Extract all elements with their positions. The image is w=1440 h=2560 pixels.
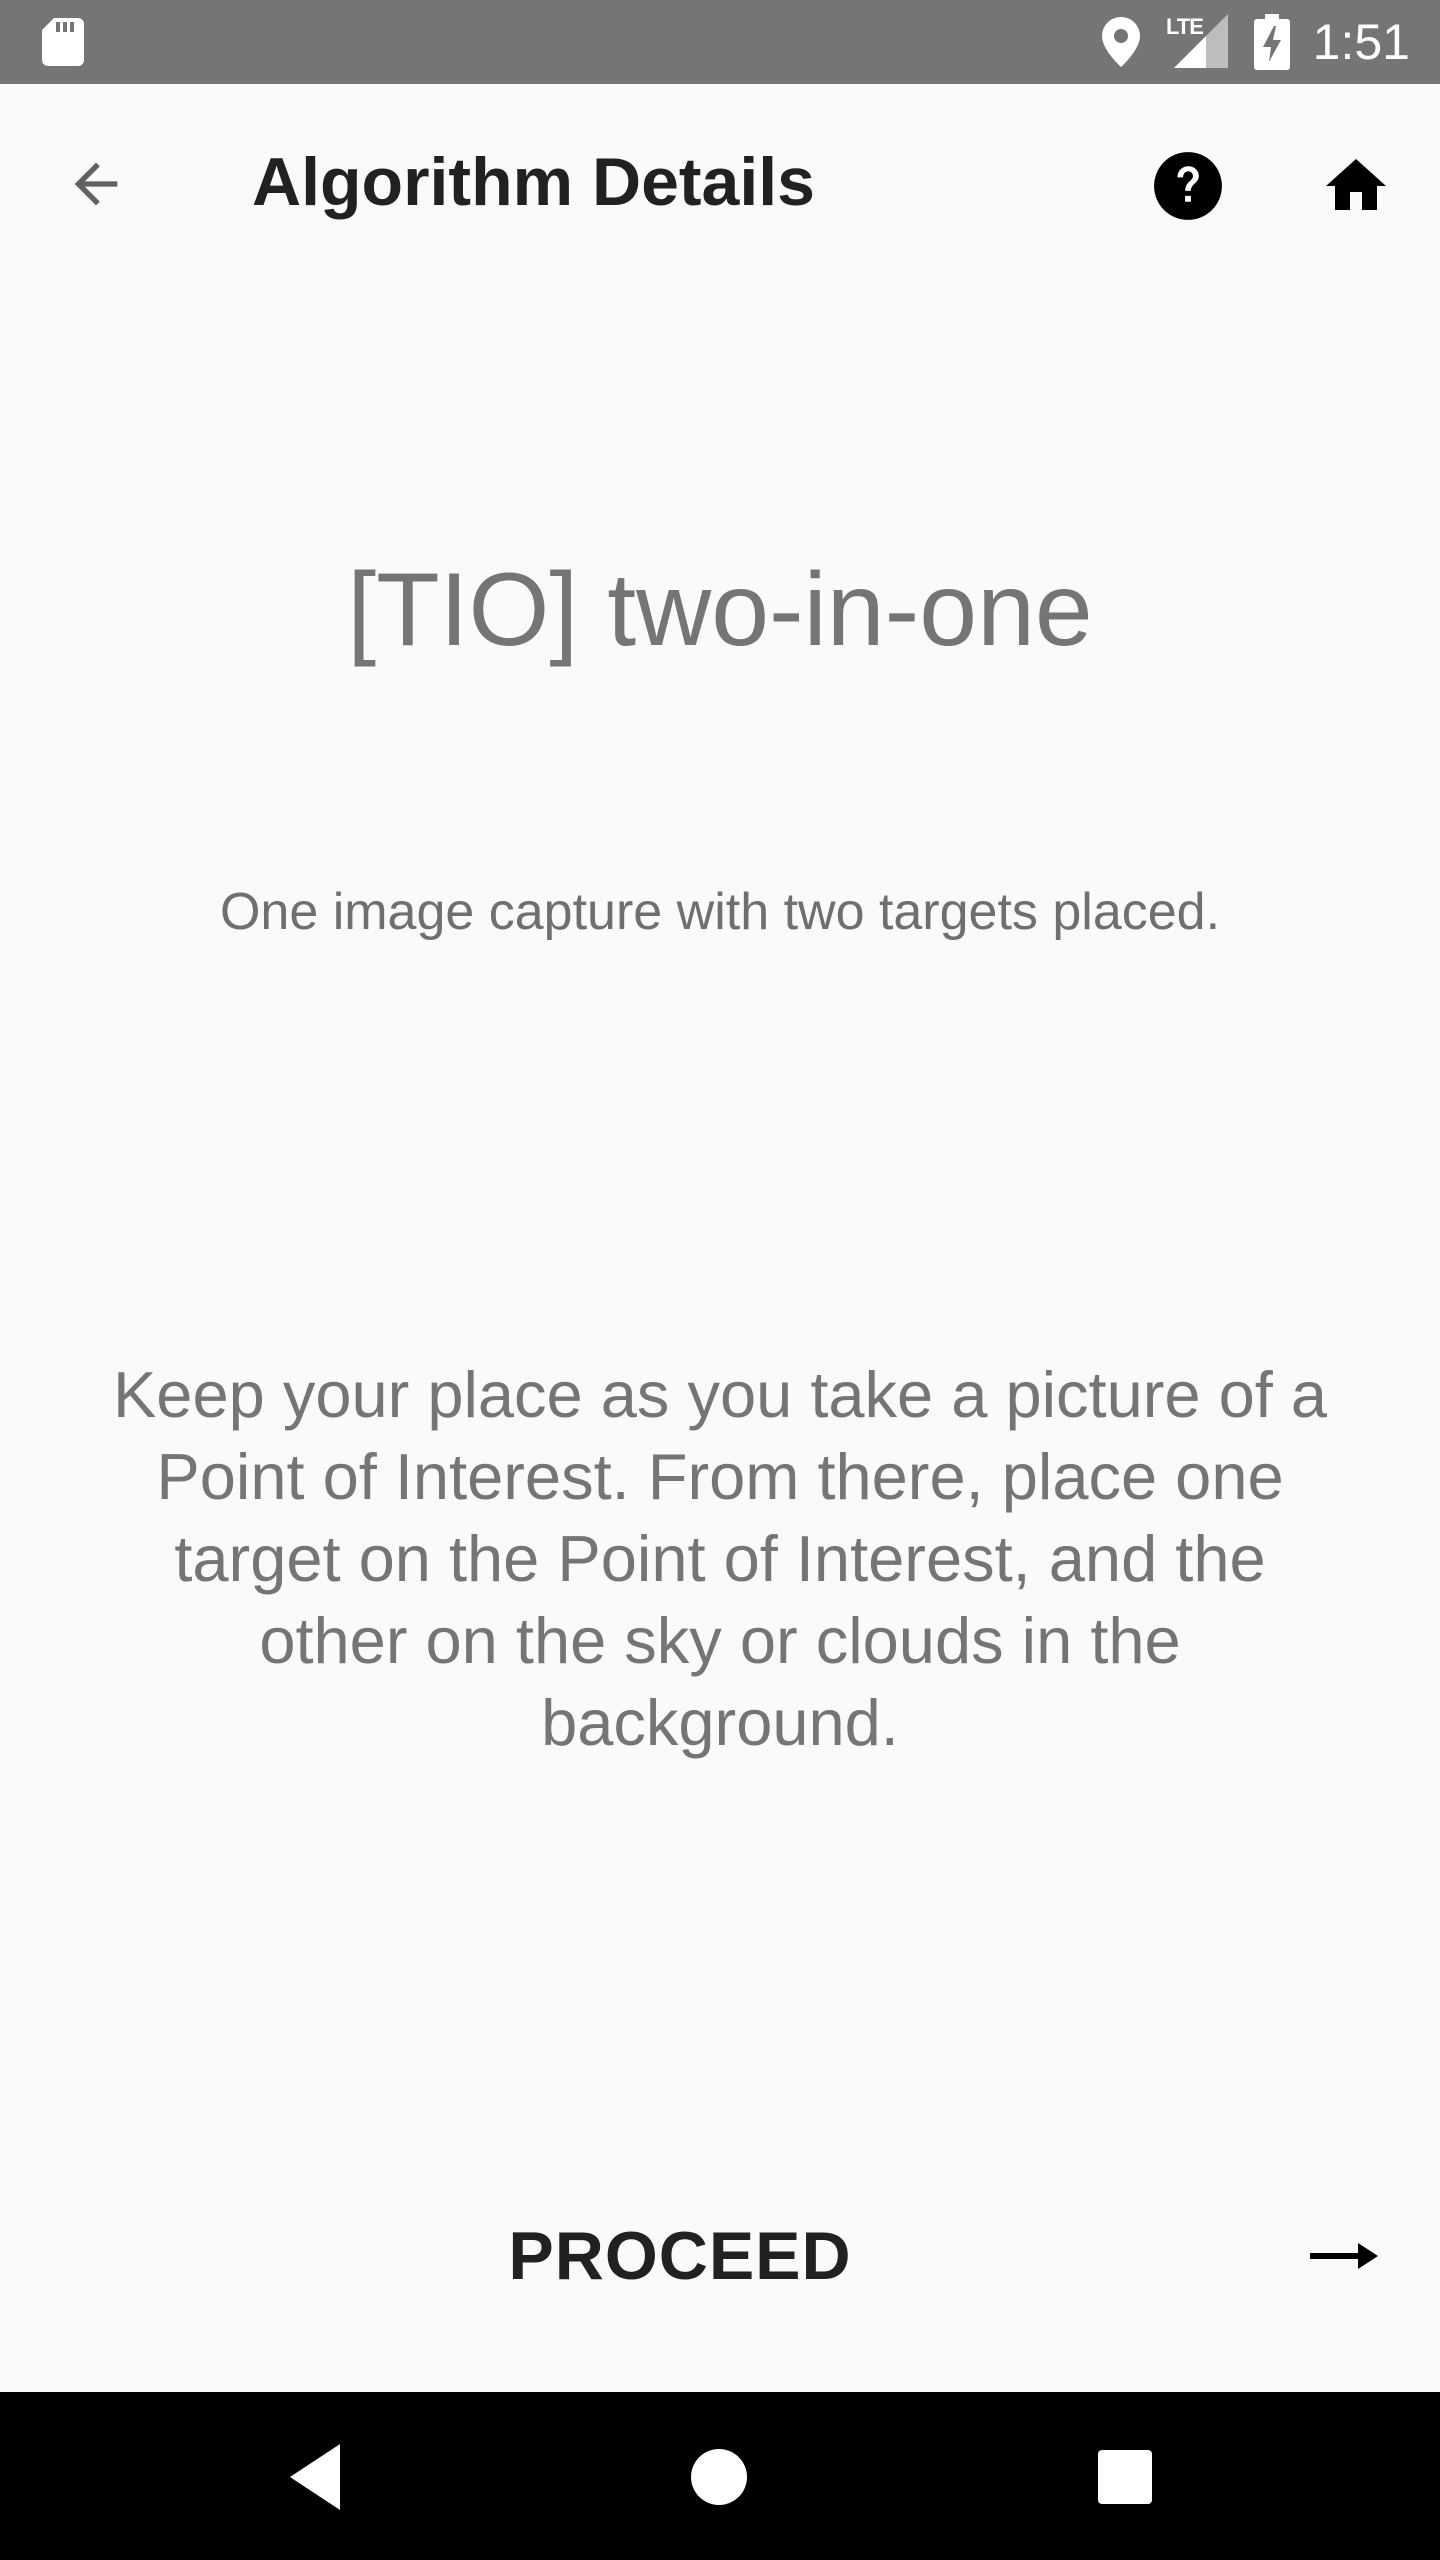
location-icon: [1102, 17, 1140, 67]
status-time: 1:51: [1312, 14, 1410, 70]
status-bar: LTE 1:51: [0, 0, 1440, 84]
network-type-label: LTE: [1166, 14, 1204, 39]
help-circle-icon: [1154, 152, 1222, 220]
app-bar: Algorithm Details: [0, 84, 1440, 280]
arrow-back-icon: [74, 162, 118, 206]
nav-home-icon[interactable]: [674, 2432, 764, 2522]
algorithm-summary: One image capture with two targets place…: [219, 883, 1221, 941]
algorithm-description: Keep your place as you take a picture of…: [112, 1358, 1328, 1759]
nav-back-icon[interactable]: [276, 2432, 366, 2522]
help-button[interactable]: [1140, 138, 1236, 234]
home-button[interactable]: [1308, 138, 1404, 234]
algorithm-name: [TIO] two-in-one: [347, 552, 1093, 668]
navigation-bar: [0, 2392, 1440, 2560]
arrow-right-icon: [1310, 2243, 1378, 2269]
home-icon: [1326, 159, 1386, 210]
back-button[interactable]: [48, 136, 144, 232]
nav-recents-icon[interactable]: [1080, 2432, 1170, 2522]
sd-card-icon: [42, 18, 84, 66]
page-title: Algorithm Details: [252, 144, 815, 220]
proceed-label: PROCEED: [508, 2218, 852, 2294]
proceed-button[interactable]: PROCEED: [0, 2176, 1440, 2336]
battery-charging-icon: [1254, 14, 1290, 70]
